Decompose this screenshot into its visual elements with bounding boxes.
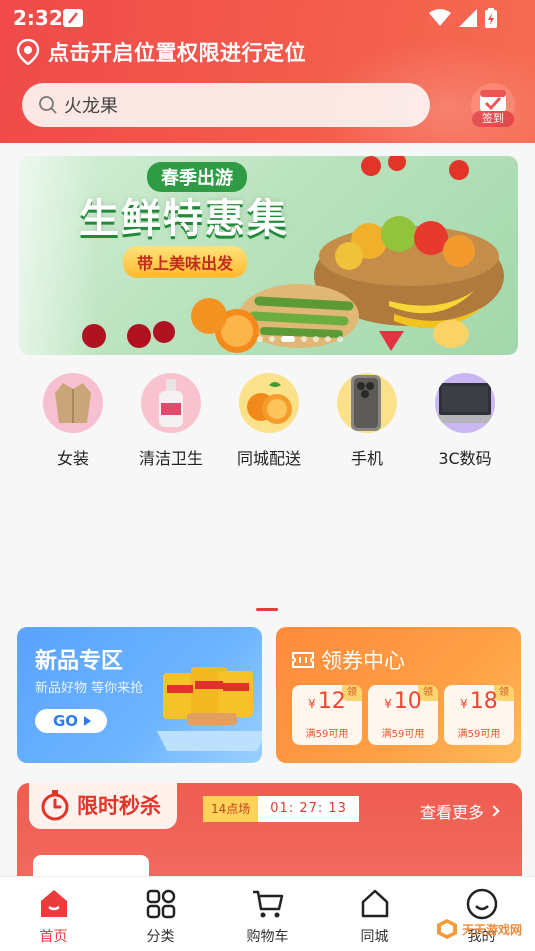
orange-icon bbox=[239, 373, 299, 433]
coupon-item[interactable]: 领 ¥10 满59可用 bbox=[368, 685, 438, 745]
watermark-logo-icon bbox=[437, 919, 457, 939]
checkin-calendar-icon[interactable] bbox=[470, 82, 516, 128]
location-text: 点击开启位置权限进行定位 bbox=[48, 41, 306, 65]
new-products-card[interactable]: 新品专区 新品好物 等你来抢 GO bbox=[17, 627, 262, 763]
signal-icon bbox=[459, 9, 477, 27]
banner-dots bbox=[257, 336, 343, 342]
category-grid: 女装 清洁卫生 同城配送 手机 3C数码 bbox=[24, 373, 514, 473]
search-placeholder: 火龙果 bbox=[64, 96, 118, 117]
phone-icon bbox=[337, 373, 397, 433]
coupon-condition: 满59可用 bbox=[305, 729, 349, 740]
banner-dot bbox=[269, 336, 275, 342]
banner-dot bbox=[337, 336, 343, 342]
category-item-phone[interactable]: 手机 bbox=[318, 373, 416, 473]
banner-dot bbox=[313, 336, 319, 342]
banner-dot bbox=[301, 336, 307, 342]
banner-dot bbox=[257, 336, 263, 342]
nav-cart[interactable]: 购物车 bbox=[214, 877, 321, 951]
coupon-condition: 满59可用 bbox=[457, 729, 501, 740]
nav-label: 首页 bbox=[39, 929, 68, 945]
location-pin-icon bbox=[16, 39, 40, 65]
coupon-amount: ¥10 bbox=[384, 689, 422, 714]
watermark-text: 天天游戏网 bbox=[462, 922, 523, 937]
chevron-right-icon bbox=[488, 805, 500, 817]
nav-label: 购物车 bbox=[246, 929, 289, 945]
local-house-icon bbox=[361, 889, 388, 918]
fruit-basket-image bbox=[82, 156, 504, 353]
session-label: 14点场 bbox=[203, 796, 259, 822]
category-label: 手机 bbox=[350, 449, 383, 468]
play-arrow-icon bbox=[84, 716, 92, 726]
header: 2:32 点击开启位置权限进行定位 火龙果 签到 bbox=[0, 0, 535, 143]
category-page-indicator bbox=[256, 608, 278, 611]
status-time: 2:32 bbox=[13, 6, 63, 30]
watermark: 天天游戏网 bbox=[436, 916, 532, 942]
nav-label: 同城 bbox=[360, 929, 389, 945]
category-label: 女装 bbox=[56, 449, 89, 468]
battery-icon bbox=[485, 8, 497, 28]
banner-dot bbox=[325, 336, 331, 342]
category-item-local-delivery[interactable]: 同城配送 bbox=[220, 373, 318, 473]
coupon-item[interactable]: 领 ¥18 满59可用 bbox=[444, 685, 514, 745]
coat-icon bbox=[43, 373, 103, 433]
category-label: 3C数码 bbox=[438, 449, 492, 468]
flash-sale-session: 14点场 01: 27: 13 bbox=[203, 796, 359, 822]
new-products-title: 新品专区 bbox=[35, 649, 124, 674]
cart-icon bbox=[252, 890, 283, 918]
bodywash-icon bbox=[141, 373, 201, 433]
coupon-item[interactable]: 领 ¥12 满59可用 bbox=[292, 685, 362, 745]
status-bar: 2:32 bbox=[0, 0, 535, 36]
category-item-3c-digital[interactable]: 3C数码 bbox=[416, 373, 514, 473]
new-products-subtitle: 新品好物 等你来抢 bbox=[35, 681, 144, 696]
banner-dot-active bbox=[281, 336, 295, 342]
laptop-icon bbox=[435, 373, 495, 433]
view-more-link[interactable]: 查看更多 bbox=[419, 799, 500, 823]
go-button[interactable]: GO bbox=[35, 709, 107, 733]
countdown-timer: 01: 27: 13 bbox=[258, 796, 359, 822]
nav-category[interactable]: 分类 bbox=[107, 877, 214, 951]
stopwatch-icon bbox=[41, 790, 69, 821]
go-button-label: GO bbox=[53, 712, 79, 730]
category-label: 同城配送 bbox=[236, 449, 301, 468]
search-icon bbox=[39, 96, 57, 114]
coupon-amount: ¥18 bbox=[460, 689, 498, 714]
coupon-center-header: 领券中心 bbox=[291, 645, 405, 675]
note-app-icon bbox=[63, 9, 83, 27]
view-more-label: 查看更多 bbox=[419, 803, 484, 822]
wifi-icon bbox=[429, 9, 451, 26]
coupon-condition: 满59可用 bbox=[381, 729, 425, 740]
nav-label: 分类 bbox=[146, 929, 175, 945]
ticket-icon bbox=[292, 652, 314, 668]
home-icon bbox=[40, 890, 67, 917]
coupon-amount: ¥12 bbox=[308, 689, 346, 714]
location-row[interactable]: 点击开启位置权限进行定位 bbox=[16, 37, 306, 67]
category-grid-icon bbox=[146, 889, 175, 919]
promo-banner[interactable]: 春季出游 生鲜特惠集 带上美味出发 bbox=[19, 156, 518, 355]
checkin-label[interactable]: 签到 bbox=[472, 111, 514, 127]
flash-sale-title: 限时秒杀 bbox=[77, 794, 161, 818]
category-item-cleaning[interactable]: 清洁卫生 bbox=[122, 373, 220, 473]
nav-local[interactable]: 同城 bbox=[321, 877, 428, 951]
coupon-center-title: 领券中心 bbox=[321, 649, 405, 673]
category-item-women[interactable]: 女装 bbox=[24, 373, 122, 473]
snack-products-image bbox=[157, 667, 262, 751]
coupon-center-card[interactable]: 领券中心 领 ¥12 满59可用 领 ¥10 满59可用 领 ¥18 满59可用 bbox=[276, 627, 521, 763]
category-label: 清洁卫生 bbox=[138, 449, 203, 468]
nav-home[interactable]: 首页 bbox=[0, 877, 107, 951]
search-input[interactable]: 火龙果 bbox=[22, 83, 430, 127]
flash-sale-title-box: 限时秒杀 bbox=[29, 783, 177, 829]
